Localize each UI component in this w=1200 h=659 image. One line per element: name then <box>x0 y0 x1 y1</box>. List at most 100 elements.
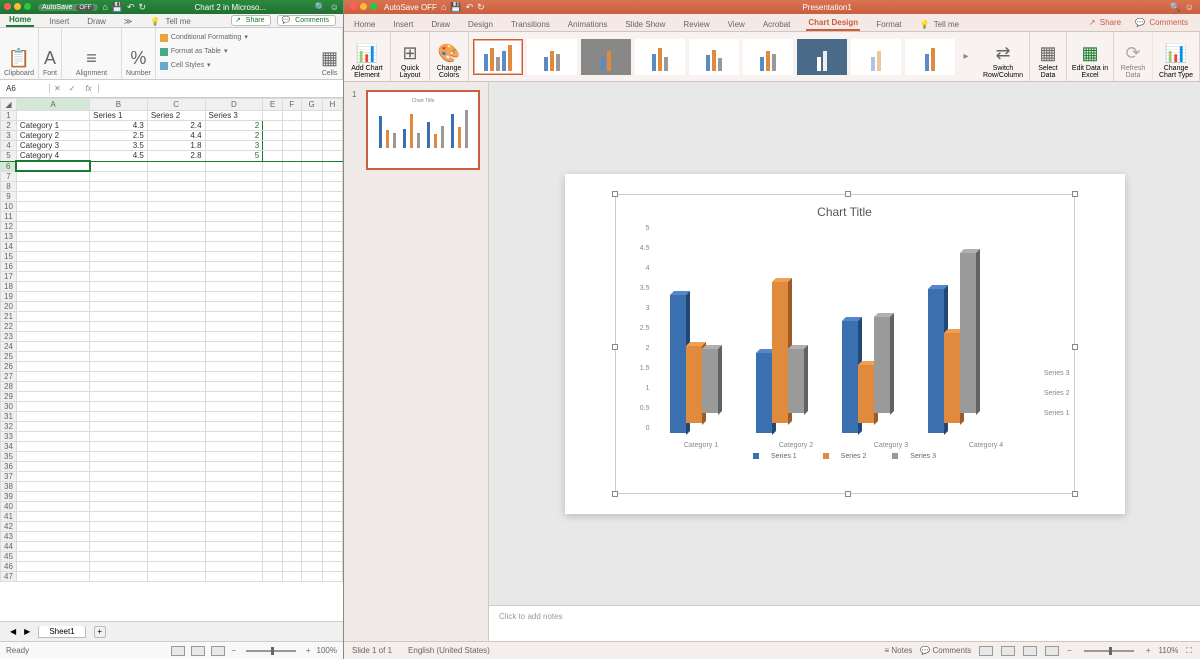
normal-view-icon[interactable] <box>979 646 993 656</box>
select-data[interactable]: ▦Select Data <box>1030 32 1067 81</box>
save-icon[interactable]: 💾 <box>112 2 123 13</box>
tab-format[interactable]: Format <box>874 20 903 31</box>
col-header[interactable]: C <box>147 99 205 111</box>
tab-insert[interactable]: Insert <box>391 20 415 31</box>
undo-icon[interactable]: ↶ <box>127 2 135 13</box>
slide-thumbnail-1[interactable]: Chart Title <box>366 90 480 170</box>
cells-group[interactable]: ▦Cells <box>317 28 343 79</box>
home-icon[interactable]: ⌂ <box>102 2 107 12</box>
styles-next[interactable]: ▸ <box>959 51 973 62</box>
chart-title[interactable]: Chart Title <box>626 205 1064 219</box>
chart-legend[interactable]: Series 1 Series 2 Series 3 <box>626 453 1064 460</box>
reading-view-icon[interactable] <box>1023 646 1037 656</box>
bar-Category1-Series1[interactable] <box>670 295 686 433</box>
resize-handle[interactable] <box>845 491 851 497</box>
zoom-in[interactable]: + <box>1146 646 1151 655</box>
search-icon[interactable]: 🔍 <box>315 2 326 13</box>
alignment-group[interactable]: ≡Alignment <box>62 28 122 79</box>
sheet-nav-next[interactable]: ▶ <box>24 627 30 636</box>
tab-view[interactable]: View <box>726 20 747 31</box>
share-button[interactable]: ↗ Share <box>231 15 272 26</box>
tab-draw[interactable]: Draw <box>84 17 109 27</box>
resize-handle[interactable] <box>612 191 618 197</box>
clipboard-group[interactable]: 📋Clipboard <box>0 28 39 79</box>
change-colors[interactable]: 🎨Change Colors <box>430 32 469 81</box>
tab-home[interactable]: Home <box>6 15 34 27</box>
fit-icon[interactable]: ⛶ <box>1186 646 1192 656</box>
notes-pane[interactable]: Click to add notes <box>489 605 1200 641</box>
slide[interactable]: Chart Title 00.511.522.533.544.55 Series… <box>565 174 1125 514</box>
bar-Category1-Series2[interactable] <box>686 346 702 423</box>
tab-review[interactable]: Review <box>681 20 711 31</box>
col-header[interactable]: A <box>16 99 89 111</box>
redo-icon[interactable]: ↻ <box>477 2 485 13</box>
tab-transitions[interactable]: Transitions <box>509 20 552 31</box>
tab-insert[interactable]: Insert <box>46 17 72 27</box>
resize-handle[interactable] <box>612 491 618 497</box>
share-button[interactable]: ↗ Share <box>1087 18 1125 29</box>
col-header[interactable]: D <box>205 99 263 111</box>
bar-Category3-Series2[interactable] <box>858 365 874 423</box>
change-chart-type[interactable]: 📊Change Chart Type <box>1153 32 1200 81</box>
bar-Category1-Series3[interactable] <box>702 349 718 413</box>
resize-handle[interactable] <box>1072 191 1078 197</box>
switch-row-col[interactable]: ⇄Switch Row/Column <box>977 32 1030 81</box>
tabs-overflow[interactable]: ≫ <box>121 17 135 27</box>
language-label[interactable]: English (United States) <box>408 646 490 655</box>
slide-canvas[interactable]: Chart Title 00.511.522.533.544.55 Series… <box>489 82 1200 605</box>
autosave-toggle[interactable]: AutoSave OFF <box>384 3 437 12</box>
resize-handle[interactable] <box>1072 491 1078 497</box>
tab-chart-design[interactable]: Chart Design <box>806 18 860 31</box>
format-as-table[interactable]: Format as Table ▾ <box>160 45 313 59</box>
notes-toggle[interactable]: ≡ Notes <box>885 646 913 655</box>
tab-slideshow[interactable]: Slide Show <box>623 20 667 31</box>
chart-object[interactable]: Chart Title 00.511.522.533.544.55 Series… <box>615 194 1075 494</box>
chart-style-2[interactable] <box>527 39 577 75</box>
bar-Category4-Series2[interactable] <box>944 333 960 423</box>
chart-style-5[interactable] <box>689 39 739 75</box>
page-layout-icon[interactable] <box>191 646 205 656</box>
zoom-in[interactable]: + <box>306 646 311 655</box>
active-cell[interactable] <box>16 161 89 171</box>
cell-styles[interactable]: Cell Styles ▾ <box>160 59 313 73</box>
add-chart-element[interactable]: 📊Add Chart Element <box>344 32 391 81</box>
autosave-toggle[interactable]: AutoSave OFF <box>38 4 98 11</box>
comments-button[interactable]: 💬 Comments <box>277 15 336 26</box>
zoom-slider[interactable] <box>1084 650 1134 652</box>
chart-style-8[interactable] <box>851 39 901 75</box>
resize-handle[interactable] <box>1072 344 1078 350</box>
spreadsheet-grid[interactable]: ◢ A B C D E F G H 1Series 1Series 2Serie… <box>0 98 343 621</box>
undo-icon[interactable]: ↶ <box>466 2 474 13</box>
tab-acrobat[interactable]: Acrobat <box>761 20 793 31</box>
col-header[interactable]: B <box>90 99 148 111</box>
zoom-value[interactable]: 110% <box>1159 646 1179 655</box>
enter-icon[interactable]: ✓ <box>65 84 80 93</box>
page-break-icon[interactable] <box>211 646 225 656</box>
emoji-icon[interactable]: ☺ <box>1185 2 1194 12</box>
sorter-view-icon[interactable] <box>1001 646 1015 656</box>
zoom-value[interactable]: 100% <box>317 646 337 655</box>
fx-icon[interactable]: fx <box>79 84 98 93</box>
tell-me[interactable]: 💡 Tell me <box>918 20 964 31</box>
name-box[interactable]: A6 <box>0 84 50 93</box>
conditional-formatting[interactable]: Conditional Formatting ▾ <box>160 31 313 45</box>
tab-animations[interactable]: Animations <box>566 20 610 31</box>
bar-Category3-Series1[interactable] <box>842 321 858 433</box>
comments-button[interactable]: 💬 Comments <box>1133 18 1192 29</box>
save-icon[interactable]: 💾 <box>450 2 461 13</box>
edit-data[interactable]: ▦Edit Data in Excel <box>1067 32 1114 81</box>
slideshow-view-icon[interactable] <box>1045 646 1059 656</box>
cancel-icon[interactable]: ✕ <box>50 84 65 93</box>
resize-handle[interactable] <box>845 191 851 197</box>
search-icon[interactable]: 🔍 <box>1170 2 1181 13</box>
bar-Category2-Series3[interactable] <box>788 349 804 413</box>
chart-style-1[interactable] <box>473 39 523 75</box>
col-header[interactable]: H <box>322 99 342 111</box>
font-group[interactable]: AFont <box>39 28 62 79</box>
sheet-tab[interactable]: Sheet1 <box>38 626 85 638</box>
chart-style-9[interactable] <box>905 39 955 75</box>
bar-Category4-Series3[interactable] <box>960 253 976 413</box>
chart-style-4[interactable] <box>635 39 685 75</box>
bar-Category2-Series1[interactable] <box>756 353 772 433</box>
refresh-data[interactable]: ⟳Refresh Data <box>1114 32 1153 81</box>
